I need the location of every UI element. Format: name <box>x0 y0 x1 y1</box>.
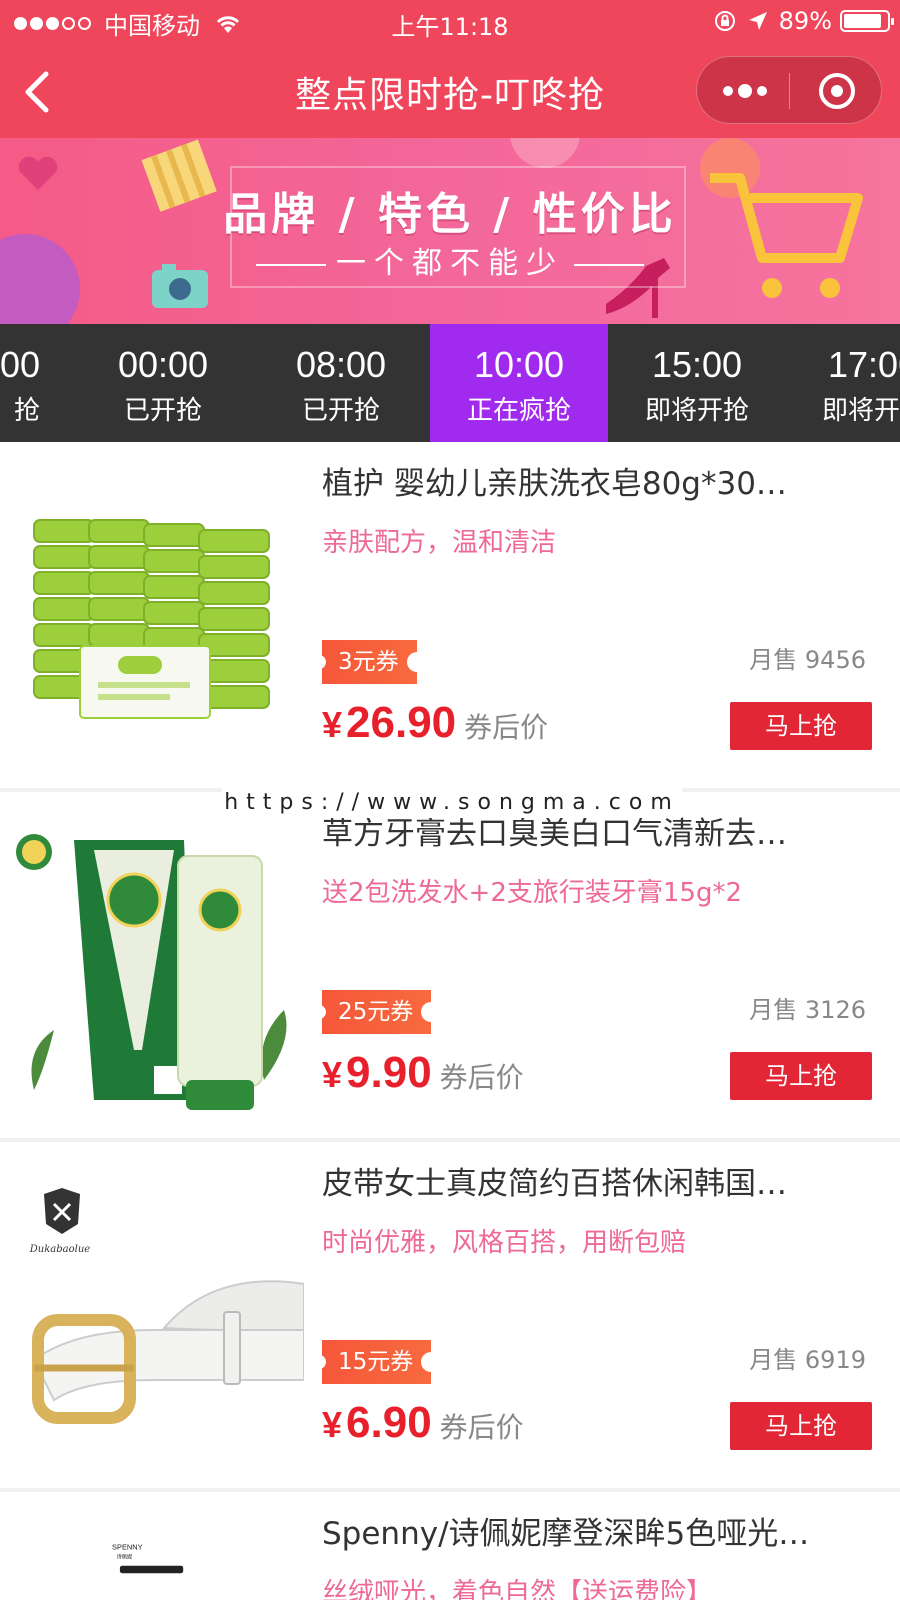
coupon-badge: 3元券 <box>318 640 427 684</box>
product-card[interactable]: 植护 婴幼儿亲肤洗衣皂80g*30… 亲肤配方，温和清洁 3元券 月售 9456… <box>0 442 900 788</box>
status-right: 89% <box>713 7 894 35</box>
tab-status: 已开抢 <box>301 396 380 426</box>
battery-percent: 89% <box>778 7 832 35</box>
product-image-eyeshadow: SPENNY 诗佩妮 <box>105 1530 213 1600</box>
banner-subtitle: 一个都不能少 <box>0 238 900 282</box>
tab-time: 10:00 <box>473 344 565 385</box>
battery-icon <box>840 10 894 32</box>
tab-time: 17:00 <box>828 344 900 385</box>
more-options-icon[interactable] <box>723 80 767 102</box>
coupon-badge: 25元券 <box>317 990 442 1034</box>
time-slot-tabs: 00 抢 00:00 已开抢 08:00 已开抢 10:00 正在疯抢 15:0… <box>0 324 900 442</box>
capsule-divider <box>789 73 790 109</box>
tab-timeslot[interactable]: 15:00 即将开抢 <box>608 324 786 442</box>
product-title[interactable]: Spenny/诗佩妮摩登深眸5色哑光… <box>322 1508 862 1553</box>
price-value: 6.90 <box>346 1398 432 1447</box>
tab-time: 08:00 <box>295 344 387 385</box>
currency-symbol: ¥ <box>322 704 343 745</box>
nav-bar: 整点限时抢-叮咚抢 <box>0 44 900 138</box>
brand-logo-text: SPENNY <box>112 1542 143 1551</box>
product-list: 植护 婴幼儿亲肤洗衣皂80g*30… 亲肤配方，温和清洁 3元券 月售 9456… <box>0 442 900 1600</box>
tab-timeslot[interactable]: 00 抢 <box>0 324 40 442</box>
product-card[interactable]: Dukabaolue 皮带女士真皮简约百搭休闲韩国… 时尚优雅，风格百搭，用断包… <box>0 1142 900 1488</box>
buy-now-button[interactable]: 马上抢 <box>730 1052 872 1100</box>
tab-time: 15:00 <box>651 344 743 385</box>
currency-symbol: ¥ <box>322 1404 343 1445</box>
location-arrow-icon <box>748 12 767 30</box>
product-card[interactable]: SPENNY 诗佩妮 Spenny/诗佩妮摩登深眸5色哑光… 丝绒哑光，着色自然… <box>0 1492 900 1600</box>
tab-timeslot-active[interactable]: 10:00 正在疯抢 <box>430 324 608 442</box>
price-label: 券后价 <box>439 1061 524 1094</box>
tab-timeslot[interactable]: 08:00 已开抢 <box>252 324 430 442</box>
rotation-lock-icon <box>714 11 735 31</box>
tab-status: 已开抢 <box>123 396 202 426</box>
price-value: 26.90 <box>346 698 457 747</box>
tab-timeslot[interactable]: 00:00 已开抢 <box>74 324 252 442</box>
banner-subtitle-text: 一个都不能少 <box>336 246 564 281</box>
monthly-sales: 月售 6919 <box>749 1346 866 1374</box>
product-image-baby-soap <box>14 480 304 770</box>
product-description: 丝绒哑光，着色自然【送运费险】 <box>322 1578 713 1600</box>
coupon-badge: 15元券 <box>317 1340 442 1384</box>
tab-status: 即将开抢 <box>644 396 749 426</box>
price-value: 9.90 <box>346 1048 432 1097</box>
status-bar: 中国移动 上午11:18 89% <box>0 0 900 44</box>
miniprogram-capsule <box>696 56 882 124</box>
close-miniprogram-icon[interactable] <box>817 71 857 111</box>
product-description: 时尚优雅，风格百搭，用断包赔 <box>322 1228 687 1258</box>
price-label: 券后价 <box>464 711 549 744</box>
monthly-sales: 月售 3126 <box>749 996 866 1024</box>
product-image-belt: Dukabaolue <box>14 1180 304 1470</box>
tab-time: 00 <box>0 344 40 385</box>
product-price: ¥6.90 券后价 <box>322 1398 524 1448</box>
buy-now-button[interactable]: 马上抢 <box>730 702 872 750</box>
product-title[interactable]: 皮带女士真皮简约百搭休闲韩国… <box>322 1158 862 1203</box>
product-title[interactable]: 植护 婴幼儿亲肤洗衣皂80g*30… <box>322 458 862 503</box>
decor-circle <box>510 138 580 168</box>
promo-banner[interactable]: 品牌 / 特色 / 性价比 一个都不能少 <box>0 138 900 324</box>
brand-logo-text: Dukabaolue <box>29 1244 91 1255</box>
tab-timeslot[interactable]: 17:00 即将开抢 <box>786 324 900 442</box>
watermark: https://www.songma.com <box>222 788 682 818</box>
price-label: 券后价 <box>439 1411 524 1444</box>
product-image-toothpaste <box>14 830 304 1120</box>
buy-now-button[interactable]: 马上抢 <box>730 1402 872 1450</box>
product-card[interactable]: 草方牙膏去口臭美白口气清新去… 送2包洗发水+2支旅行装牙膏15g*2 25元券… <box>0 792 900 1138</box>
tab-time: 00:00 <box>117 344 209 385</box>
monthly-sales: 月售 9456 <box>749 646 866 674</box>
product-price: ¥26.90 券后价 <box>322 698 548 748</box>
product-description: 送2包洗发水+2支旅行装牙膏15g*2 <box>322 878 742 908</box>
tab-status: 正在疯抢 <box>466 396 571 426</box>
product-price: ¥9.90 券后价 <box>322 1048 524 1098</box>
tab-status: 抢 <box>13 396 40 426</box>
currency-symbol: ¥ <box>322 1054 343 1095</box>
product-description: 亲肤配方，温和清洁 <box>322 528 557 558</box>
banner-title: 品牌 / 特色 / 性价比 <box>223 189 677 240</box>
tab-status: 即将开抢 <box>822 396 900 426</box>
